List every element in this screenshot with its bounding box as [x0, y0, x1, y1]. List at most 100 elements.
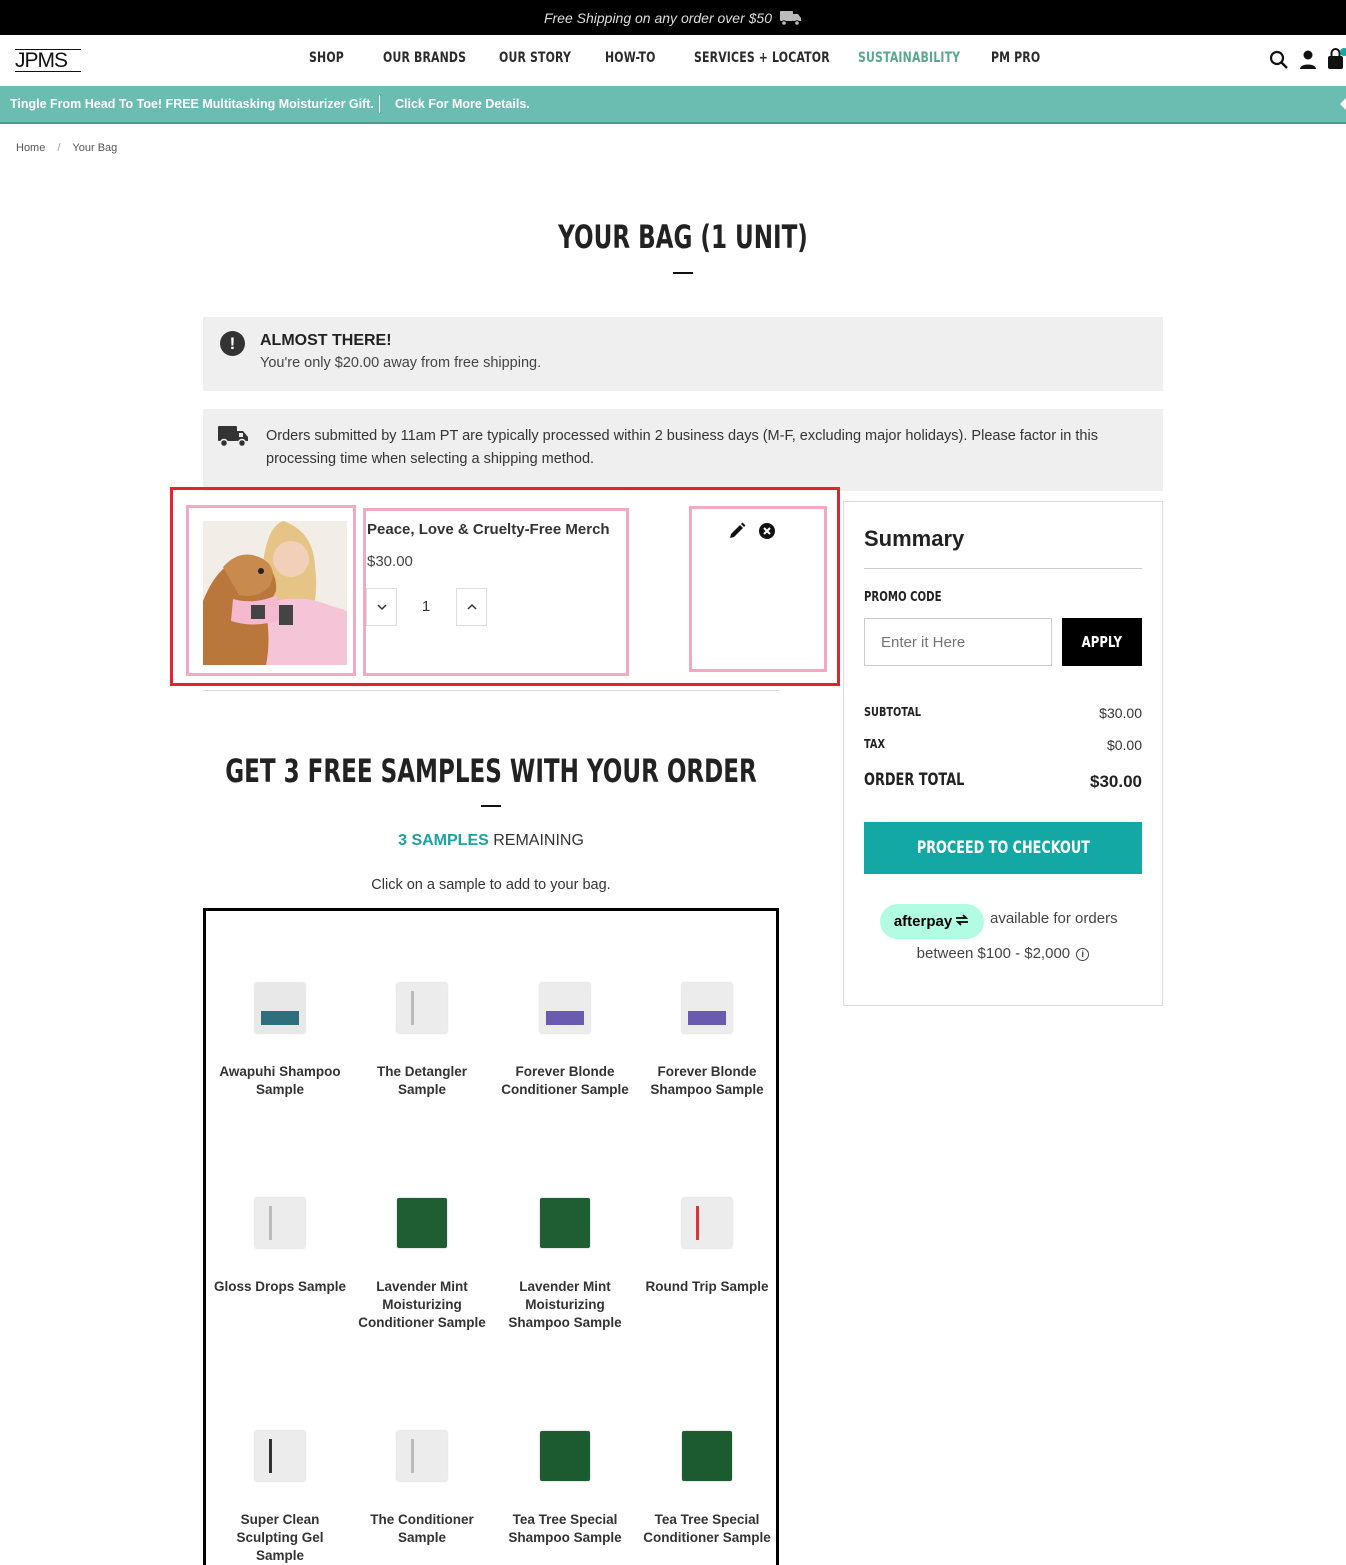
sample-label: Lavender Mint Moisturizing Conditioner S…	[358, 1279, 486, 1330]
alert-text: You're only $20.00 away from free shippi…	[260, 355, 542, 371]
sample-thumbnail	[682, 1431, 732, 1481]
cart-divider	[203, 690, 779, 691]
samples-remaining: 3 SAMPLES REMAINING	[203, 832, 779, 850]
exclamation-icon: !	[220, 331, 245, 356]
sample-thumbnail	[397, 1431, 447, 1481]
checkout-label: PROCEED TO CHECKOUT	[916, 838, 1090, 858]
processing-text: Orders submitted by 11am PT are typicall…	[266, 428, 1098, 467]
sample-card[interactable]: Gloss Drops Sample	[209, 1198, 351, 1296]
sample-label: Lavender Mint Moisturizing Shampoo Sampl…	[508, 1279, 622, 1330]
bag-icon[interactable]	[1327, 47, 1346, 76]
sample-card[interactable]: Awapuhi Shampoo Sample	[209, 983, 351, 1099]
truck-icon	[217, 424, 249, 453]
tax-value: $0.00	[1106, 737, 1142, 753]
sample-label: Awapuhi Shampoo Sample	[219, 1064, 341, 1097]
truck-icon	[780, 10, 802, 26]
breadcrumb-home[interactable]: Home	[16, 142, 45, 154]
image-highlight	[186, 505, 356, 676]
promo-divider	[379, 95, 380, 113]
sample-label: Round Trip Sample	[645, 1279, 769, 1294]
search-icon[interactable]	[1269, 49, 1289, 76]
samples-title-underline	[481, 805, 501, 807]
sample-card[interactable]: Lavender Mint Moisturizing Conditioner S…	[351, 1198, 493, 1332]
sample-thumbnail	[540, 983, 590, 1033]
sample-label: Forever Blonde Conditioner Sample	[501, 1064, 629, 1097]
main-nav: SHOP OUR BRANDS OUR STORY HOW-TO SERVICE…	[0, 35, 1346, 86]
sample-label: The Detangler Sample	[376, 1064, 468, 1097]
sample-thumbnail	[540, 1431, 590, 1481]
free-shipping-bar: Free Shipping on any order over $50	[0, 0, 1346, 35]
afterpay-logo: afterpay	[893, 913, 953, 930]
order-total-label: ORDER TOTAL	[864, 770, 965, 789]
nav-shop[interactable]: SHOP	[309, 50, 344, 66]
promo-code-input[interactable]	[864, 618, 1052, 666]
breadcrumb: Home / Your Bag	[16, 142, 117, 154]
sample-label: Tea Tree Special Shampoo Sample	[508, 1512, 622, 1545]
sample-thumbnail	[682, 1198, 732, 1248]
free-shipping-alert: ! ALMOST THERE! You're only $20.00 away …	[203, 317, 1163, 391]
subtotal-label: SUBTOTAL	[864, 704, 921, 719]
afterpay-arrows-icon	[954, 913, 970, 930]
nav-pm-pro[interactable]: PM PRO	[991, 50, 1040, 66]
info-icon[interactable]: i	[1076, 947, 1090, 961]
nav-our-story[interactable]: OUR STORY	[499, 50, 571, 66]
nav-sustainability[interactable]: SUSTAINABILITY	[858, 50, 960, 66]
summary-title: Summary	[864, 526, 965, 551]
afterpay-text: available for orders	[990, 910, 1118, 927]
samples-hint: Click on a sample to add to your bag.	[371, 877, 611, 893]
sample-card[interactable]: Round Trip Sample	[636, 1198, 778, 1296]
chevron-left-icon[interactable]	[1340, 98, 1346, 110]
sample-card[interactable]: Lavender Mint Moisturizing Shampoo Sampl…	[494, 1198, 636, 1332]
apply-label: APPLY	[1081, 633, 1123, 651]
afterpay-range-text: between $100 - $2,000	[916, 945, 1071, 962]
sample-thumbnail	[255, 983, 305, 1033]
breadcrumb-separator: /	[57, 142, 61, 154]
promo-text: Tingle From Head To Toe! FREE Multitaski…	[10, 97, 374, 111]
sample-thumbnail	[682, 983, 732, 1033]
sample-thumbnail	[540, 1198, 590, 1248]
sample-label: Super Clean Sculpting Gel Sample	[236, 1512, 324, 1563]
sample-thumbnail	[397, 983, 447, 1033]
account-icon[interactable]	[1299, 49, 1317, 76]
sample-label: Gloss Drops Sample	[213, 1279, 347, 1294]
breadcrumb-current: Your Bag	[72, 142, 118, 154]
title-underline	[673, 272, 693, 274]
sample-card[interactable]: Tea Tree Special Shampoo Sample	[494, 1431, 636, 1547]
sample-card[interactable]: The Detangler Sample	[351, 983, 493, 1099]
free-shipping-text: Free Shipping on any order over $50	[543, 9, 773, 26]
sample-thumbnail	[397, 1198, 447, 1248]
afterpay-range: between $100 - $2,000 i	[844, 945, 1162, 962]
details-highlight	[363, 508, 629, 676]
promo-code-label: PROMO CODE	[864, 590, 942, 605]
page-title: YOUR BAG (1 UNIT)	[558, 218, 808, 256]
subtotal-value: $30.00	[1099, 705, 1142, 721]
nav-how-to[interactable]: HOW-TO	[605, 50, 656, 66]
promo-banner: Tingle From Head To Toe! FREE Multitaski…	[0, 86, 1346, 124]
actions-highlight	[689, 506, 827, 672]
samples-title: GET 3 FREE SAMPLES WITH YOUR ORDER	[225, 752, 757, 790]
promo-details-link[interactable]: Click For More Details.	[395, 97, 530, 111]
afterpay-badge[interactable]: afterpay	[880, 904, 984, 939]
sample-card[interactable]: Forever Blonde Shampoo Sample	[636, 983, 778, 1099]
sample-label: The Conditioner Sample	[370, 1512, 474, 1545]
sample-card[interactable]: Tea Tree Special Conditioner Sample	[636, 1431, 778, 1547]
samples-remaining-count: 3 SAMPLES	[398, 832, 489, 849]
sample-card[interactable]: Forever Blonde Conditioner Sample	[494, 983, 636, 1099]
sample-card[interactable]: The Conditioner Sample	[351, 1431, 493, 1547]
processing-alert: Orders submitted by 11am PT are typicall…	[203, 409, 1163, 491]
summary-divider	[864, 568, 1142, 569]
sample-card[interactable]: Super Clean Sculpting Gel Sample	[209, 1431, 351, 1565]
sample-band	[261, 1011, 299, 1025]
sample-thumbnail	[255, 1198, 305, 1248]
samples-remaining-label: REMAINING	[493, 832, 584, 849]
order-summary: Summary PROMO CODE APPLY SUBTOTAL $30.00…	[843, 501, 1163, 1006]
sample-thumbnail	[255, 1431, 305, 1481]
order-total-value: $30.00	[1090, 772, 1142, 791]
nav-services-locator[interactable]: SERVICES + LOCATOR	[694, 50, 830, 66]
site-header: JPMS SHOP OUR BRANDS OUR STORY HOW-TO SE…	[0, 35, 1346, 86]
samples-grid: Awapuhi Shampoo Sample The Detangler Sam…	[203, 908, 779, 1565]
proceed-to-checkout-button[interactable]: PROCEED TO CHECKOUT	[864, 822, 1142, 874]
tax-label: TAX	[864, 736, 885, 751]
apply-button[interactable]: APPLY	[1062, 618, 1142, 666]
nav-our-brands[interactable]: OUR BRANDS	[383, 50, 466, 66]
